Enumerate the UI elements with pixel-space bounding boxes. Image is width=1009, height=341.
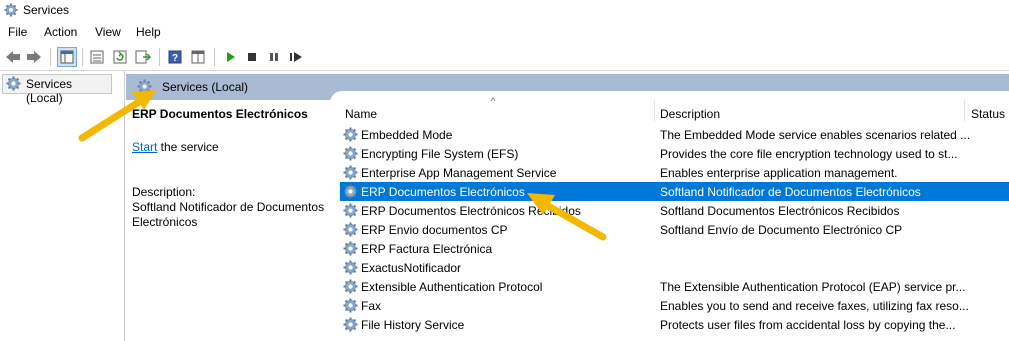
service-gear-icon (343, 203, 358, 218)
service-gear-icon (343, 317, 358, 332)
menu-file[interactable]: File (8, 25, 27, 39)
forward-icon[interactable] (25, 48, 43, 66)
service-gear-icon (343, 279, 358, 294)
service-gear-icon (343, 127, 358, 142)
svg-text:?: ? (172, 53, 178, 64)
window-title: Services (23, 3, 70, 17)
menu-action[interactable]: Action (44, 25, 77, 39)
start-service-suffix: the service (157, 140, 219, 154)
detail-service-name: ERP Documentos Electrónicos (132, 107, 308, 121)
service-gear-icon (343, 260, 358, 275)
service-row[interactable]: Extensible Authentication Protocol The E… (340, 277, 1009, 296)
service-gear-icon (343, 298, 358, 313)
description-text: Softland Notificador de Documentos Elect… (132, 200, 325, 229)
restart-icon[interactable] (287, 48, 305, 66)
column-header-description[interactable]: Description (655, 100, 963, 124)
help-icon[interactable]: ? (166, 48, 184, 66)
start-service-line: Start the service (132, 140, 219, 154)
service-gear-icon (343, 222, 358, 237)
service-row-selected[interactable]: ERP Documentos Electrónicos Softland Not… (340, 182, 1009, 201)
service-row[interactable]: ERP Factura Electrónica (340, 239, 1009, 258)
services-app-icon (4, 3, 18, 17)
service-name: File History Service (361, 318, 465, 332)
service-row[interactable]: Enterprise App Management Service Enable… (340, 163, 1009, 182)
service-description: Enables enterprise application managemen… (660, 166, 898, 180)
service-description: Protects user files from accidental loss… (660, 318, 956, 332)
service-name: Fax (361, 299, 382, 313)
service-row[interactable]: Embedded Mode The Embedded Mode service … (340, 125, 1009, 144)
service-name: Embedded Mode (361, 128, 453, 142)
tree-pane: Services (Local) (0, 71, 125, 341)
refresh-icon[interactable] (111, 48, 129, 66)
service-name: ERP Factura Electrónica (361, 242, 493, 256)
service-row[interactable]: ExactusNotificador (340, 258, 1009, 277)
view-icon[interactable] (189, 48, 207, 66)
service-description: The Embedded Mode service enables scenar… (660, 128, 971, 142)
services-gear-icon (6, 76, 21, 91)
toolbar: ? (0, 44, 1009, 71)
menu-view[interactable]: View (95, 25, 121, 39)
menu-help[interactable]: Help (136, 25, 161, 39)
service-description: The Extensible Authentication Protocol (… (660, 280, 966, 294)
header-title: Services (Local) (162, 80, 249, 94)
service-row[interactable]: ERP Documentos Electrónicos Recibidos So… (340, 201, 1009, 220)
pause-icon[interactable] (265, 48, 283, 66)
service-name: ERP Envio documentos CP (361, 223, 508, 237)
service-description: Enables you to send and receive faxes, u… (660, 299, 969, 313)
column-header-name[interactable]: Name (340, 100, 654, 124)
service-gear-icon (343, 241, 358, 256)
service-description: Softland Envío de Documento Electrónico … (660, 223, 903, 237)
service-gear-icon (343, 165, 358, 180)
description-label: Description: (132, 185, 196, 199)
service-description: Softland Documentos Electrónicos Recibid… (660, 204, 900, 218)
service-row[interactable]: Encrypting File System (EFS) Provides th… (340, 144, 1009, 163)
start-icon[interactable] (221, 48, 239, 66)
stop-icon[interactable] (243, 48, 261, 66)
service-name: Extensible Authentication Protocol (361, 280, 543, 294)
service-description: Provides the core file encryption techno… (660, 147, 958, 161)
service-gear-icon (343, 146, 358, 161)
service-row[interactable]: Fax Enables you to send and receive faxe… (340, 296, 1009, 315)
back-icon[interactable] (4, 48, 22, 66)
service-gear-icon (343, 184, 358, 199)
service-name: Encrypting File System (EFS) (361, 147, 519, 161)
show-hide-tree-icon[interactable] (57, 47, 77, 67)
service-name: ERP Documentos Electrónicos Recibidos (361, 204, 581, 218)
tree-item-services-local[interactable]: Services (Local) (2, 74, 112, 105)
tree-item-label: Services (Local) (26, 77, 73, 105)
title-bar: Services (0, 0, 1009, 22)
service-row[interactable]: File History Service Protects user files… (340, 315, 1009, 334)
service-name: Enterprise App Management Service (361, 166, 557, 180)
service-name: ExactusNotificador (361, 261, 462, 275)
start-service-link[interactable]: Start (132, 140, 157, 154)
header-gear-icon (137, 79, 152, 94)
service-name: ERP Documentos Electrónicos (361, 185, 525, 199)
column-header-status[interactable]: Status (965, 100, 1009, 124)
export-icon[interactable] (134, 48, 152, 66)
service-row[interactable]: ERP Envio documentos CP Softland Envío d… (340, 220, 1009, 239)
properties-icon[interactable] (88, 48, 106, 66)
service-description: Softland Notificador de Documentos Elect… (660, 185, 921, 199)
menu-bar: File Action View Help (0, 22, 1009, 42)
